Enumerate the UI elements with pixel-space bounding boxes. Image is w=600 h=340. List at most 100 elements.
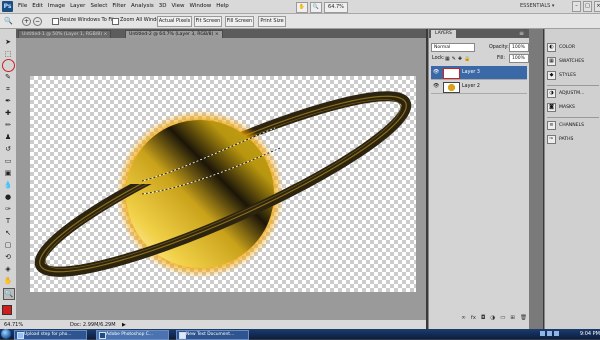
gradient-tool-icon[interactable]: ▣ (3, 168, 13, 178)
menu-filter[interactable]: Filter (112, 0, 131, 13)
shape-tool-icon[interactable]: ▢ (3, 240, 13, 250)
menu-3d[interactable]: 3D (159, 0, 172, 13)
dock-label: PATHS (559, 136, 574, 142)
quick-selection-tool-icon[interactable]: ✎ (3, 72, 13, 82)
zoom-in-icon[interactable]: + (22, 17, 31, 26)
tray-icon[interactable] (554, 331, 559, 336)
lasso-tool-icon[interactable] (2, 59, 15, 72)
panel-dock-strip (529, 29, 543, 329)
foreground-color-swatch[interactable] (2, 305, 12, 315)
maximize-button[interactable]: □ (583, 1, 592, 12)
dock-label: STYLES (559, 72, 576, 78)
layer-row-layer-2[interactable]: 👁 Layer 2 (431, 80, 527, 94)
menu-analysis[interactable]: Analysis (131, 0, 159, 13)
layer-mask-icon[interactable]: ◘ (481, 315, 485, 325)
dock-paths[interactable]: ✑ PATHS (547, 133, 599, 145)
minimize-button[interactable]: – (572, 1, 581, 12)
new-group-icon[interactable]: ▭ (500, 315, 505, 325)
3d-rotate-icon[interactable]: ⟲ (3, 252, 13, 262)
move-tool-icon[interactable]: ➤ (3, 37, 13, 47)
eye-icon[interactable]: 👁 (433, 70, 439, 75)
adjustment-layer-icon[interactable]: ◑ (490, 315, 495, 325)
task-label: Upload step for pho... (24, 332, 72, 337)
tab-layers[interactable]: LAYERS (431, 30, 456, 38)
layer-name: Layer 3 (462, 70, 480, 75)
menu-layer[interactable]: Layer (70, 0, 90, 13)
type-tool-icon[interactable]: T (3, 216, 13, 226)
actual-pixels-button[interactable]: Actual Pixels (157, 16, 192, 27)
path-selection-icon[interactable]: ↖ (3, 228, 13, 238)
print-size-button[interactable]: Print Size (258, 16, 286, 27)
menu-image[interactable]: Image (48, 0, 70, 13)
zoom-tool-button[interactable]: 🔍 (310, 2, 322, 13)
menu-window[interactable]: Window (190, 0, 217, 13)
fill-screen-button[interactable]: Fill Screen (225, 16, 254, 27)
notepad-icon (179, 332, 186, 339)
task-label: New Text Document... (186, 332, 235, 337)
panel-menu-icon[interactable]: ≡ (519, 30, 524, 37)
eye-icon[interactable]: 👁 (433, 84, 439, 89)
menu-edit[interactable]: Edit (32, 0, 48, 13)
hand-tool-icon[interactable]: ✋ (3, 276, 13, 286)
dock-styles[interactable]: ◆ STYLES (547, 69, 599, 81)
layer-thumbnail (443, 82, 460, 93)
color-icon: ◐ (547, 42, 556, 52)
dock-color[interactable]: ◐ COLOR (547, 41, 599, 53)
healing-brush-icon[interactable]: ✚ (3, 108, 13, 118)
pen-tool-icon[interactable]: ✑ (3, 204, 13, 214)
dodge-tool-icon[interactable]: ● (3, 192, 13, 202)
close-button[interactable]: × (594, 1, 600, 12)
layer-row-layer-3[interactable]: 👁 Layer 3 (431, 66, 527, 80)
delete-layer-icon[interactable]: 🗑 (520, 315, 527, 325)
resize-windows-checkbox[interactable] (52, 18, 59, 25)
dock-divider (547, 117, 599, 118)
blend-mode-select[interactable]: Normal (431, 43, 475, 52)
start-button[interactable] (1, 329, 11, 339)
options-bar: 🔍 + − Resize Windows To Fit Zoom All Win… (0, 14, 600, 29)
toolbox: ➤ ⬚ ✎ ⌗ ✒ ✚ ✏ ♟ ↺ ▭ ▣ 💧 ● ✑ T ↖ ▢ ⟲ ◈ ✋ … (0, 29, 17, 329)
dock-channels[interactable]: ≋ CHANNELS (547, 119, 599, 131)
lock-label: Lock: (432, 56, 445, 61)
tray-icon[interactable] (540, 331, 545, 336)
clone-stamp-icon[interactable]: ♟ (3, 132, 13, 142)
window-controls: – □ × (572, 1, 600, 12)
zoom-all-windows-checkbox[interactable] (112, 18, 119, 25)
fill-input[interactable]: 100% (509, 54, 529, 63)
menu-file[interactable]: File (18, 0, 32, 13)
zoom-tool-icon[interactable]: 🔍 (4, 17, 16, 25)
hand-tool-button[interactable]: ✋ (296, 2, 308, 13)
dock-label: MASKS (559, 104, 575, 110)
zoom-out-icon[interactable]: − (33, 17, 42, 26)
dock-masks[interactable]: ◙ MASKS (547, 101, 599, 113)
marquee-tool-icon[interactable]: ⬚ (3, 49, 13, 59)
app-logo: Ps (2, 1, 13, 12)
new-layer-icon[interactable]: ⊞ (510, 315, 515, 325)
layer-name: Layer 2 (462, 84, 480, 89)
fit-screen-button[interactable]: Fit Screen (194, 16, 222, 27)
canvas[interactable] (30, 76, 416, 292)
layer-thumbnail (443, 68, 460, 79)
dock-label: COLOR (559, 44, 576, 50)
3d-camera-icon[interactable]: ◈ (3, 264, 13, 274)
crop-tool-icon[interactable]: ⌗ (3, 84, 13, 94)
dock-adjustments[interactable]: ◑ ADJUSTM... (547, 87, 599, 99)
history-brush-icon[interactable]: ↺ (3, 144, 13, 154)
zoom-level-select[interactable]: 64.7% (324, 2, 348, 13)
brush-tool-icon[interactable]: ✏ (3, 120, 13, 130)
layer-style-icon[interactable]: fx (471, 315, 476, 325)
blur-tool-icon[interactable]: 💧 (3, 180, 13, 190)
workspace-switcher[interactable]: ESSENTIALS ▾ (520, 2, 560, 11)
tray-icon[interactable] (547, 331, 552, 336)
menu-help[interactable]: Help (216, 0, 234, 13)
resize-windows-label: Resize Windows To Fit (60, 17, 115, 23)
dock-swatches[interactable]: ▦ SWATCHES (547, 55, 599, 67)
clock[interactable]: 9:04 PM (566, 329, 600, 339)
link-layers-icon[interactable]: ∞ (461, 315, 466, 325)
zoom-tool-icon-active[interactable]: 🔍 (3, 288, 15, 300)
menu-select[interactable]: Select (90, 0, 112, 13)
menu-view[interactable]: View (171, 0, 189, 13)
eraser-tool-icon[interactable]: ▭ (3, 156, 13, 166)
lock-icons[interactable]: ▦✎✚🔒 (445, 55, 472, 63)
opacity-input[interactable]: 100% (509, 43, 529, 52)
eyedropper-tool-icon[interactable]: ✒ (3, 96, 13, 106)
